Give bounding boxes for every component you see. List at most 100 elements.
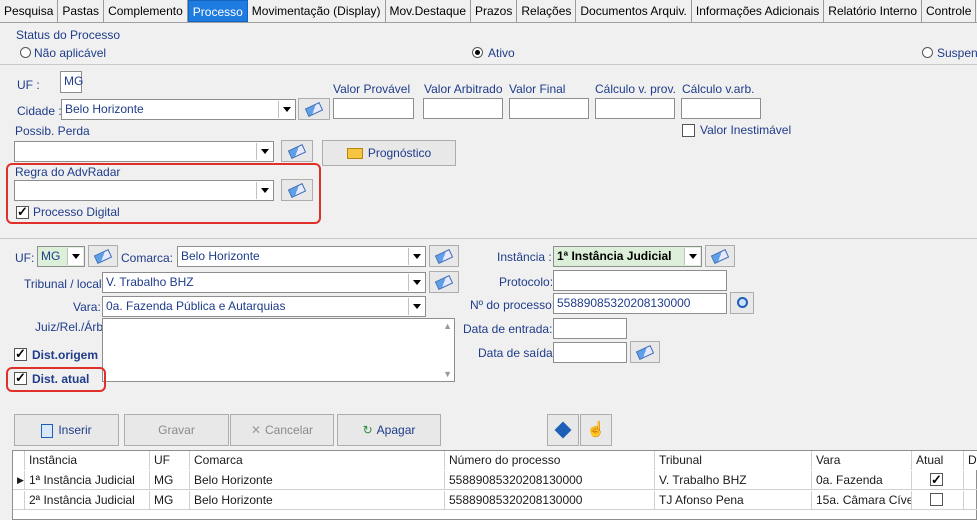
nprocesso-field[interactable]: 55889085320208130000 <box>553 293 727 314</box>
hand-button[interactable]: ☝ <box>580 414 612 446</box>
search-button[interactable] <box>730 292 754 314</box>
regra-clear-button[interactable] <box>281 179 313 201</box>
data-entrada-label: Data de entrada: <box>463 322 553 336</box>
uf-select[interactable]: MG <box>37 246 85 267</box>
instancia-label: Instância : <box>497 250 552 264</box>
comarca-select[interactable]: Belo Horizonte <box>177 246 426 267</box>
uf-clear-button[interactable] <box>88 245 118 267</box>
calc-arb-field[interactable] <box>681 98 761 119</box>
possib-perda-select[interactable] <box>14 141 274 162</box>
cidade-clear-button[interactable] <box>298 98 330 120</box>
tab-complemento[interactable]: Complemento <box>104 0 188 22</box>
tribunal-label: Tribunal / local: <box>24 277 105 291</box>
radio-suspenso-label: Suspens <box>937 46 977 60</box>
processo-digital-checkbox[interactable] <box>16 204 29 220</box>
juiz-label: Juiz/Rel./Árb. <box>35 320 107 334</box>
protocolo-label: Protocolo: <box>499 275 554 289</box>
apagar-label: Apagar <box>376 423 416 437</box>
col-vara[interactable]: Vara <box>812 451 912 470</box>
valor-provavel-field[interactable] <box>333 98 414 119</box>
radio-suspenso[interactable] <box>922 47 933 58</box>
dist-origem-checkbox[interactable] <box>14 346 27 362</box>
cell-comarca: Belo Horizonte <box>190 471 445 490</box>
comarca-clear-button[interactable] <box>429 245 459 267</box>
tab-movimentacao[interactable]: Movimentação (Display) <box>248 0 386 22</box>
divider <box>0 238 977 239</box>
cidade-value: Belo Horizonte <box>65 102 144 116</box>
radio-ativo[interactable] <box>472 47 483 58</box>
instancia-select[interactable]: 1ª Instância Judicial <box>553 246 702 267</box>
processo-digital-label: Processo Digital <box>33 205 120 219</box>
scroll-up-icon[interactable]: ▲ <box>443 321 452 331</box>
apagar-button[interactable]: ↻ Apagar <box>337 414 441 446</box>
col-comarca[interactable]: Comarca <box>190 451 445 470</box>
data-saida-field[interactable] <box>553 342 627 363</box>
tab-pastas[interactable]: Pastas <box>58 0 105 22</box>
protocolo-field[interactable] <box>553 270 727 291</box>
nprocesso-label: Nº do processo: <box>470 298 556 312</box>
regra-select[interactable] <box>14 180 274 201</box>
col-instancia[interactable]: Instância <box>25 451 150 470</box>
col-uf[interactable]: UF <box>150 451 190 470</box>
eraser-icon <box>434 249 454 264</box>
search-icon <box>736 297 748 308</box>
tab-mov-destaque[interactable]: Mov.Destaque <box>386 0 471 22</box>
inserir-button[interactable]: Inserir <box>14 414 119 446</box>
tribunal-clear-button[interactable] <box>429 271 459 293</box>
possib-perda-label: Possib. Perda <box>15 124 90 138</box>
uf-field[interactable]: MG <box>60 71 83 93</box>
calc-prov-field[interactable] <box>595 98 675 119</box>
instancia-clear-button[interactable] <box>705 245 735 267</box>
prognostico-button[interactable]: Prognóstico <box>322 140 456 166</box>
calc-arb-label: Cálculo v.arb. <box>682 82 755 96</box>
tab-pesquisa[interactable]: Pesquisa <box>0 0 59 22</box>
gravar-button[interactable]: Gravar <box>124 414 229 446</box>
cidade-select[interactable]: Belo Horizonte <box>61 99 296 120</box>
document-icon <box>41 423 54 438</box>
comarca-value: Belo Horizonte <box>181 249 260 263</box>
atual-checkbox[interactable] <box>930 493 943 506</box>
info-button[interactable] <box>547 414 579 446</box>
valor-final-field[interactable] <box>509 98 589 119</box>
eraser-icon <box>635 345 655 360</box>
scroll-down-icon[interactable]: ▼ <box>443 369 452 379</box>
vara-select[interactable]: 0a. Fazenda Pública e Autarquias <box>102 296 426 317</box>
valor-arbitrado-field[interactable] <box>423 98 503 119</box>
radio-nao-aplicavel[interactable] <box>20 47 31 58</box>
tab-processo[interactable]: Processo <box>187 0 248 22</box>
eraser-icon <box>710 249 730 264</box>
dist-atual-checkbox[interactable] <box>14 370 27 386</box>
hand-icon: ☝ <box>586 421 606 438</box>
atual-checkbox[interactable] <box>930 471 943 489</box>
col-numero[interactable]: Número do processo <box>445 451 655 470</box>
data-saida-clear-button[interactable] <box>630 341 660 363</box>
table-row[interactable]: 2ª Instância Judicial MG Belo Horizonte … <box>13 491 977 510</box>
data-entrada-field[interactable] <box>553 318 627 339</box>
col-atual[interactable]: Atual <box>912 451 964 470</box>
calc-prov-label: Cálculo v. prov. <box>595 82 676 96</box>
valor-inestimavel-label: Valor Inestimável <box>700 123 792 137</box>
folder-icon <box>346 148 363 160</box>
tab-prazos[interactable]: Prazos <box>471 0 518 22</box>
tab-relacoes[interactable]: Relações <box>517 0 577 22</box>
close-icon: ✕ <box>250 423 262 437</box>
tab-relatorio[interactable]: Relatório Interno <box>824 0 923 22</box>
cell-vara: 15a. Câmara Cível <box>812 491 912 510</box>
tab-controle[interactable]: Controle <box>922 0 977 22</box>
chevron-down-icon <box>684 248 700 265</box>
instancia-grid: Instância UF Comarca Número do processo … <box>12 450 977 520</box>
divider <box>0 64 977 65</box>
valor-inestimavel-checkbox[interactable] <box>682 124 695 137</box>
cell-dt <box>964 471 977 490</box>
juiz-textarea[interactable]: ▲ ▼ <box>102 318 455 382</box>
tab-informacoes[interactable]: Informações Adicionais <box>692 0 825 22</box>
cancelar-button[interactable]: ✕ Cancelar <box>230 414 334 446</box>
eraser-icon <box>287 183 307 198</box>
possib-perda-clear-button[interactable] <box>281 140 313 162</box>
eraser-icon <box>304 102 324 117</box>
tab-documentos[interactable]: Documentos Arquiv. <box>576 0 692 22</box>
table-row[interactable]: ▶ 1ª Instância Judicial MG Belo Horizont… <box>13 471 977 490</box>
col-dt[interactable]: Dt <box>964 451 977 470</box>
col-tribunal[interactable]: Tribunal <box>655 451 812 470</box>
tribunal-select[interactable]: V. Trabalho BHZ <box>102 272 426 293</box>
